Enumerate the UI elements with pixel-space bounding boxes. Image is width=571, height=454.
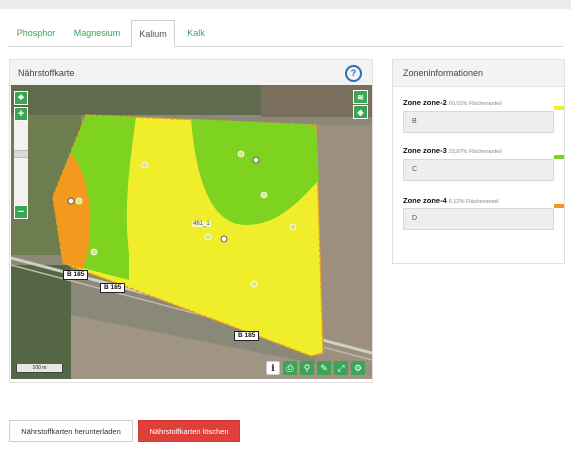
zone-3-share: 33,87% Flächenanteil — [448, 149, 502, 155]
zone-4-share: 6,12% Flächenanteil — [448, 199, 499, 205]
sample-point — [289, 223, 297, 231]
sample-point — [90, 248, 98, 256]
sample-point — [260, 191, 268, 199]
zone-4-color-swatch — [554, 204, 564, 208]
nutrient-map[interactable] — [11, 85, 372, 379]
zone-2-value-field[interactable]: B — [403, 111, 554, 133]
bottom-left-field — [11, 265, 71, 379]
tab-kalium[interactable]: Kalium — [131, 20, 175, 47]
zone-2-share: 60,01% Flächenanteil — [448, 101, 502, 107]
zone-info-title: Zoneninformationen — [403, 68, 484, 78]
sample-point — [250, 280, 258, 288]
zoom-slider[interactable] — [14, 121, 28, 207]
zone-2-name: Zone zone-2 — [403, 98, 447, 107]
sample-point — [204, 233, 212, 241]
zone-4-name: Zone zone-4 — [403, 196, 447, 205]
delete-maps-button[interactable]: Nährstoffkarten löschen — [138, 420, 240, 442]
pencil-icon[interactable]: ✎ — [317, 361, 331, 375]
help-icon[interactable]: ? — [345, 65, 362, 82]
scale-bar: 100 m — [16, 364, 63, 373]
marker-point — [252, 156, 260, 164]
tag-icon[interactable]: ◈ — [353, 105, 368, 119]
zone-3-color-swatch — [554, 155, 564, 159]
download-maps-button[interactable]: Nährstoffkarten herunterladen — [9, 420, 133, 442]
zone-info-header: Zoneninformationen — [393, 60, 564, 87]
tab-magnesium[interactable]: Magnesium — [70, 20, 124, 46]
settings-icon[interactable]: ⚙ — [351, 361, 365, 375]
sample-point — [237, 150, 245, 158]
pin-icon[interactable]: ⚲ — [300, 361, 314, 375]
zone-2-color-swatch — [554, 106, 564, 110]
zone-4-value-field[interactable]: D — [403, 208, 554, 230]
locate-icon[interactable]: ⌖ — [14, 91, 28, 105]
nutrient-tabs: Phosphor Magnesium Kalium Kalk — [8, 20, 563, 47]
tab-phosphor[interactable]: Phosphor — [12, 20, 60, 46]
field-label: 461_1 — [192, 221, 211, 227]
map-panel-title: Nährstoffkarte — [18, 68, 75, 78]
marker-point — [67, 197, 75, 205]
info-icon[interactable]: i — [266, 361, 280, 375]
top-bar — [0, 0, 571, 9]
zoom-slider-thumb[interactable] — [14, 150, 28, 158]
zoom-out-button[interactable]: − — [14, 205, 28, 219]
tab-kalk[interactable]: Kalk — [180, 20, 212, 46]
zone-3-value-field[interactable]: C — [403, 159, 554, 181]
zone-3-name: Zone zone-3 — [403, 146, 447, 155]
marker-point — [220, 235, 228, 243]
print-icon[interactable]: ⎙ — [283, 361, 297, 375]
sample-point — [141, 161, 149, 169]
layers-icon[interactable]: ≋ — [353, 90, 368, 104]
zone-3-title: Zone zone-3 33,87% Flächenanteil — [403, 146, 502, 155]
zone-2-title: Zone zone-2 60,01% Flächenanteil — [403, 98, 502, 107]
expand-icon[interactable]: ⤢ — [334, 361, 348, 375]
zone-info-panel: Zoneninformationen Zone zone-2 60,01% Flä… — [392, 59, 565, 264]
zoom-in-button[interactable]: + — [14, 107, 28, 121]
zone-4-title: Zone zone-4 6,12% Flächenanteil — [403, 196, 499, 205]
road-label-b185: B 185 — [234, 331, 260, 341]
road-label-b185: B 185 — [63, 270, 89, 280]
map-panel-header: Nährstoffkarte ? — [10, 60, 372, 87]
map-canvas — [11, 85, 372, 379]
sample-point — [75, 197, 83, 205]
road-label-b185: B 185 — [100, 283, 126, 293]
